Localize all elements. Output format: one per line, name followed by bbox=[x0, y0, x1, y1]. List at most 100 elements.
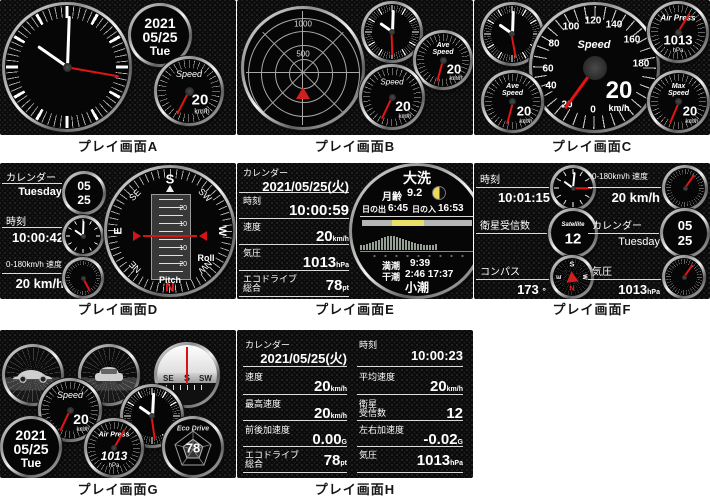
heading-marker bbox=[166, 185, 174, 192]
moon-age-value: 9.2 bbox=[407, 187, 422, 199]
ave-speed-gauge: Ave Speed 20 km/h bbox=[413, 30, 473, 90]
radar-dial: 1000 500 bbox=[241, 6, 365, 130]
panel-b-caption: プレイ画面B bbox=[237, 139, 473, 155]
screen-panel-b: 1000 500 Ave Speed 20 km/h bbox=[237, 0, 473, 135]
band-se: SE bbox=[163, 374, 174, 383]
value-text: 10:00:59 bbox=[289, 202, 349, 219]
eco-value: 78 bbox=[186, 441, 200, 456]
divider bbox=[476, 187, 550, 188]
speed-label: 0-180km/h 速度 bbox=[6, 259, 62, 270]
gauge-title: Air Press bbox=[660, 14, 695, 23]
gauge-unit: km/h bbox=[685, 119, 698, 125]
divider bbox=[2, 227, 62, 228]
divider bbox=[357, 472, 463, 473]
screen-panel-c: 0 20 40 60 80 100 120 140 160 180 Speed … bbox=[474, 0, 710, 135]
speedo-value: 20 bbox=[606, 77, 633, 105]
panel-f-caption: プレイ画面F bbox=[474, 302, 710, 318]
calendar-label: カレンダー bbox=[592, 217, 642, 232]
screen-gallery: 2021 05/25 Tue Speed 20 km/h プレイ画面A bbox=[0, 0, 710, 502]
satellite-label: 衛星受信数 bbox=[480, 217, 530, 232]
pressure-value: 1013hPa bbox=[588, 282, 660, 297]
row-value: 20km/h bbox=[241, 228, 349, 245]
value-unit: km/h bbox=[331, 413, 347, 420]
gauge-unit: km/h bbox=[519, 119, 532, 125]
divider bbox=[239, 270, 349, 271]
value-text: 20 bbox=[314, 378, 331, 395]
gauge-title: Air Press bbox=[99, 432, 130, 439]
value-unit: km/h bbox=[447, 386, 463, 393]
max-speed-gauge: Max Speed 20 km/h bbox=[647, 70, 710, 133]
gauge-unit: km/h bbox=[449, 76, 462, 82]
speed-label: 0-180km/h 速度 bbox=[592, 171, 648, 182]
gauge-title: Ave Speed bbox=[427, 42, 459, 56]
row-value: 78pt bbox=[243, 452, 347, 469]
panel-g-caption: プレイ画面G bbox=[0, 482, 236, 498]
divider bbox=[588, 187, 662, 188]
radar-heading-arrow bbox=[296, 87, 310, 99]
screen-panel-e: カレンダー 2021/05/25(火) 時刻 10:00:59 速度 20km/… bbox=[237, 163, 473, 299]
row-value: 20km/h bbox=[357, 378, 463, 395]
radar-range-inner: 500 bbox=[296, 50, 309, 59]
roll-pointer-left bbox=[133, 231, 141, 241]
value-text: 20 bbox=[316, 228, 333, 245]
divider bbox=[476, 279, 550, 280]
speedo-tick-label: 60 bbox=[542, 64, 553, 75]
divider bbox=[243, 366, 347, 367]
screen-panel-g: SE S SW Speed 20 km/h bbox=[0, 330, 236, 478]
band-sw: SW bbox=[199, 374, 212, 383]
weekday-value: Tuesday bbox=[588, 236, 660, 248]
compass-west: W bbox=[581, 274, 587, 280]
divider bbox=[243, 394, 347, 395]
date-day: 25 bbox=[77, 193, 90, 207]
compass-ticks bbox=[166, 385, 208, 390]
speedo-unit: km/h bbox=[608, 103, 629, 113]
row-value: 20km/h bbox=[243, 378, 347, 395]
sunrise-value: 6:45 bbox=[388, 203, 408, 214]
compass-north: N bbox=[569, 286, 574, 293]
speed-gauge: Speed 20 km/h bbox=[359, 64, 425, 130]
sunset-value: 16:53 bbox=[438, 203, 464, 214]
pitch-scale: 10 bbox=[179, 221, 187, 228]
gauge-value: 20 bbox=[73, 411, 89, 427]
divider bbox=[357, 446, 463, 447]
divider bbox=[239, 192, 349, 193]
gauge-value: 20 bbox=[395, 98, 411, 114]
value-text: 78 bbox=[324, 452, 341, 469]
moon-age-label: 月齢 bbox=[382, 188, 402, 203]
divider bbox=[588, 233, 662, 234]
satellite-count: 12 bbox=[565, 231, 582, 248]
high-tide-time: 9:39 bbox=[410, 258, 430, 269]
divider bbox=[243, 446, 347, 447]
date-dial: 05 25 bbox=[62, 171, 106, 215]
panel-c-caption: プレイ画面C bbox=[474, 139, 710, 155]
pressure-label: 気圧 bbox=[592, 263, 612, 278]
compass-east: E bbox=[557, 275, 563, 279]
date-weekday: Tue bbox=[150, 44, 170, 58]
heading-line bbox=[186, 347, 188, 384]
value-unit: G bbox=[458, 439, 463, 446]
time-label: 時刻 bbox=[6, 213, 26, 228]
value-text: 173 bbox=[517, 282, 539, 297]
value-unit: hPa bbox=[450, 460, 463, 467]
pressure-gauge bbox=[662, 255, 706, 299]
speedo-tick-label: 120 bbox=[585, 16, 602, 27]
value-text: 20 bbox=[430, 378, 447, 395]
panel-a-caption: プレイ画面A bbox=[0, 139, 236, 155]
value-unit: hPa bbox=[647, 289, 660, 296]
speed-gauge bbox=[62, 257, 104, 299]
sunset-label: 日の入 bbox=[412, 204, 436, 215]
low-tide-label: 干潮 bbox=[382, 270, 400, 283]
divider bbox=[360, 216, 473, 217]
gauge-unit: hPa bbox=[109, 463, 120, 469]
gauge-title: Speed bbox=[176, 69, 202, 79]
panel-d-caption: プレイ画面D bbox=[0, 302, 236, 318]
panel-e-caption: プレイ画面E bbox=[237, 302, 473, 318]
moon-phase-icon bbox=[432, 186, 446, 200]
satellite-title: Satellite bbox=[561, 222, 584, 228]
date-dial: 05 25 bbox=[660, 208, 710, 258]
date-monthday: 05/25 bbox=[13, 441, 48, 457]
tide-dot-row bbox=[366, 253, 468, 257]
divider bbox=[2, 183, 62, 184]
date-monthday: 05/25 bbox=[142, 29, 177, 45]
date-dial: 2021 05/25 Tue bbox=[0, 416, 62, 478]
